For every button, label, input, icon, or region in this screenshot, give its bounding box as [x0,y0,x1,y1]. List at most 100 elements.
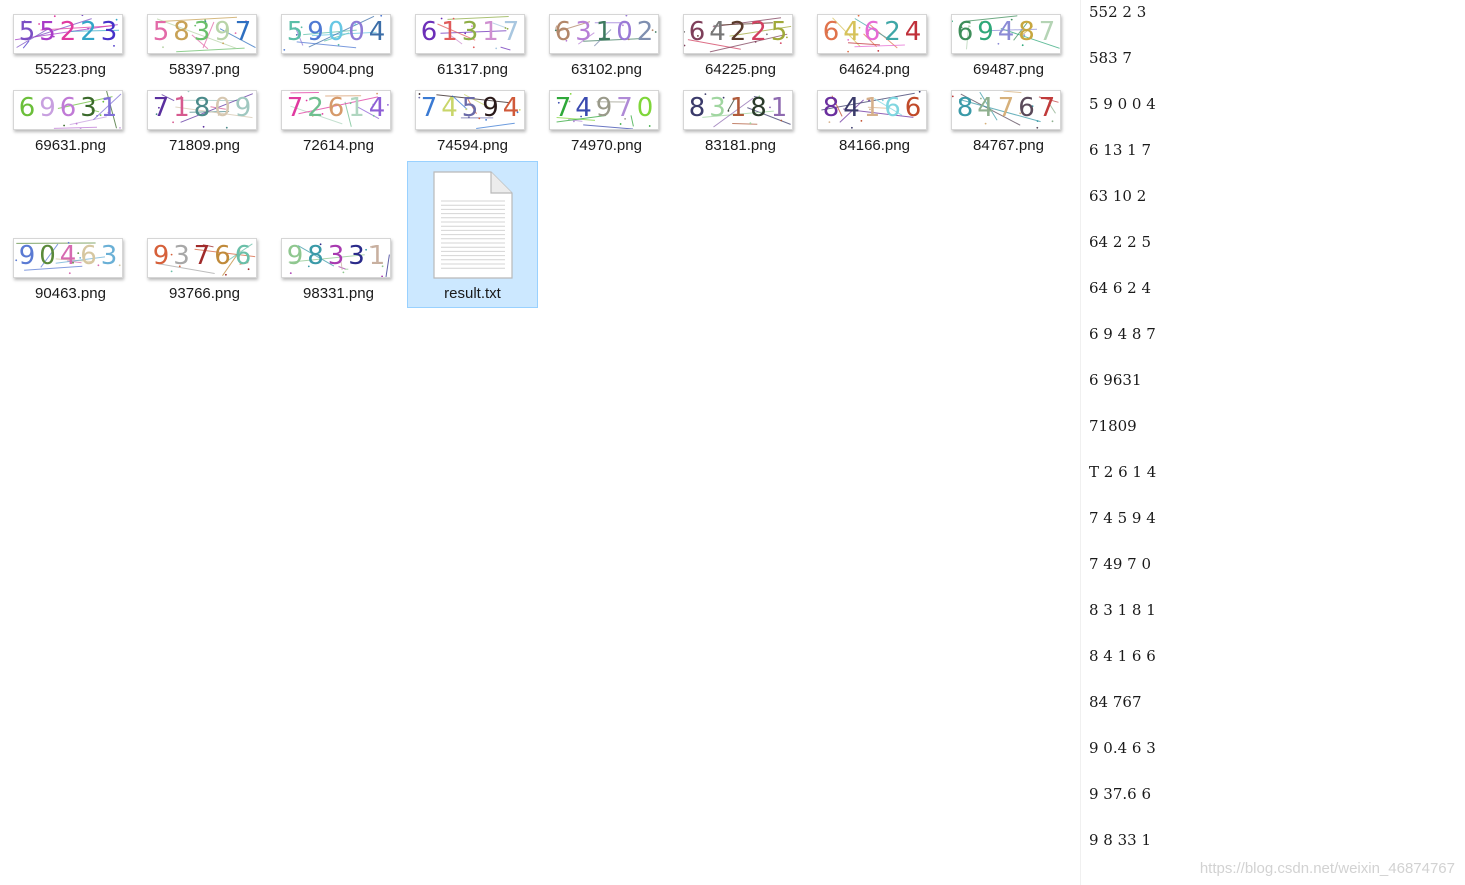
captcha-digit: 1 [482,17,499,47]
file-tile[interactable]: 8 3 1 8 1 83181.png [675,76,806,222]
captcha-digit: 7 [193,241,211,271]
file-name-label: result.txt [444,285,501,302]
captcha-thumbnail: 71809 [147,90,257,130]
result-line: 84 767 [1089,693,1142,711]
file-tile[interactable]: 9 8 3 3 1 98331.png [273,224,404,370]
captcha-digit: 7 [997,93,1015,123]
file-explorer-pane: 5 5 2 2 3 55223.png 5 8 3 9 7 58397.png 5 9 0 0 4 59004.p… [0,0,1078,885]
captcha-thumbnail: 74970 [549,90,659,130]
captcha-digit: 8 [193,93,211,123]
watermark: https://blog.csdn.net/weixin_46874767 [1199,860,1455,877]
captcha-digit: 4 [59,241,77,271]
result-line: T 2 6 1 4 [1089,463,1157,481]
captcha-digit: 6 [688,17,706,47]
captcha-digit: 1 [729,93,747,123]
result-line: 552 2 3 [1089,3,1147,21]
file-tile[interactable]: 6 9 6 3 1 69631.png [5,76,136,222]
captcha-digit: 5 [461,93,479,123]
captcha-digit: 8 [956,93,974,123]
captcha-digit: 9 [307,17,324,47]
result-line: 7 4 5 9 4 [1089,509,1156,527]
captcha-thumbnail: 58397 [147,14,257,54]
captcha-digit: 3 [80,93,97,123]
captcha-digit: 9 [152,241,170,271]
file-tile[interactable]: 9 0 4 6 3 90463.png [5,224,136,370]
captcha-digit: 2 [884,17,901,47]
captcha-digit: 6 [822,17,840,47]
noise-dot [851,126,853,129]
noise-dot [684,31,686,33]
result-line: 64 2 2 5 [1089,233,1152,251]
captcha-digit: 6 [1018,93,1035,123]
noise-dot [202,125,205,128]
captcha-digit: 9 [214,17,231,47]
noise-line [53,126,98,129]
captcha-digit: 3 [575,17,592,47]
captcha-digit: 4 [843,17,860,47]
captcha-digit: 6 [80,241,97,271]
captcha-digit: 0 [327,17,345,47]
result-line: 7 49 7 0 [1089,555,1152,573]
captcha-digit: 5 [39,17,56,47]
result-line: 9 37.6 6 [1089,785,1152,803]
captcha-thumbnail: 63102 [549,14,659,54]
captcha-digit: 0 [636,93,654,123]
captcha-digit: 9 [39,93,56,123]
captcha-digit: 3 [461,17,479,47]
captcha-digit: 2 [307,93,324,123]
captcha-digit: 4 [575,93,592,123]
captcha-digit: 4 [709,17,726,47]
captcha-digit: 5 [152,17,170,47]
captcha-digit: 7 [1038,93,1056,123]
noise-dot [847,50,849,53]
captcha-digit: 9 [18,241,36,271]
captcha-thumbnail: 93766 [147,238,257,278]
captcha-digit: 4 [997,17,1015,47]
file-name-label: 93766.png [169,285,240,302]
file-name-label: 83181.png [705,137,776,154]
captcha-thumbnail: 59004 [281,14,391,54]
file-tile[interactable]: 8 4 7 6 7 84767.png [943,76,1074,222]
file-tile-result-txt[interactable]: result.txt [407,161,538,308]
captcha-digit: 9 [482,93,499,123]
captcha-digit: 4 [368,17,386,47]
file-name-label: 74970.png [571,137,642,154]
file-tile[interactable]: 8 4 1 6 6 84166.png [809,76,940,222]
result-text-viewer[interactable]: 552 2 3 583 7 5 9 0 0 4 6 13 1 7 63 10 2 64 2… [1080,0,1465,885]
noise-dot [381,275,383,277]
captcha-digit: 2 [750,17,767,47]
captcha-digit: 9 [234,93,252,123]
result-line: 71809 [1089,417,1137,435]
captcha-digit: 7 [152,93,170,123]
file-tile[interactable]: 9 3 7 6 6 93766.png [139,224,270,370]
noise-dot [119,127,121,129]
captcha-thumbnail: 84166 [817,90,927,130]
captcha-digit: 5 [286,17,304,47]
captcha-digit: 6 [59,93,77,123]
noise-dot [1036,126,1039,129]
captcha-thumbnail: 90463 [13,238,123,278]
captcha-thumbnail: 83181 [683,90,793,130]
file-name-label: 84166.png [839,137,910,154]
result-line: 63 10 2 [1089,187,1147,205]
file-tile[interactable]: 7 4 9 7 0 74970.png [541,76,672,222]
noise-dot [952,95,954,98]
file-tile[interactable]: 7 1 8 0 9 71809.png [139,76,270,222]
captcha-digit: 4 [904,17,922,47]
captcha-digit: 1 [863,93,881,123]
captcha-digit: 1 [595,17,613,47]
captcha-thumbnail: 69487 [951,14,1061,54]
captcha-digit: 9 [286,241,304,271]
noise-dot [118,264,121,267]
result-line: 64 6 2 4 [1089,279,1152,297]
captcha-digit: 8 [1018,17,1035,47]
result-line: 583 7 [1089,49,1132,67]
result-line: 5 9 0 0 4 [1089,95,1156,113]
captcha-digit: 7 [1038,17,1056,47]
file-tile[interactable]: 7 2 6 1 4 72614.png [273,76,404,222]
file-name-label: 84767.png [973,137,1044,154]
captcha-digit: 6 [214,241,231,271]
noise-dot [15,259,18,262]
captcha-digit: 0 [348,17,365,47]
captcha-digit: 6 [863,17,881,47]
